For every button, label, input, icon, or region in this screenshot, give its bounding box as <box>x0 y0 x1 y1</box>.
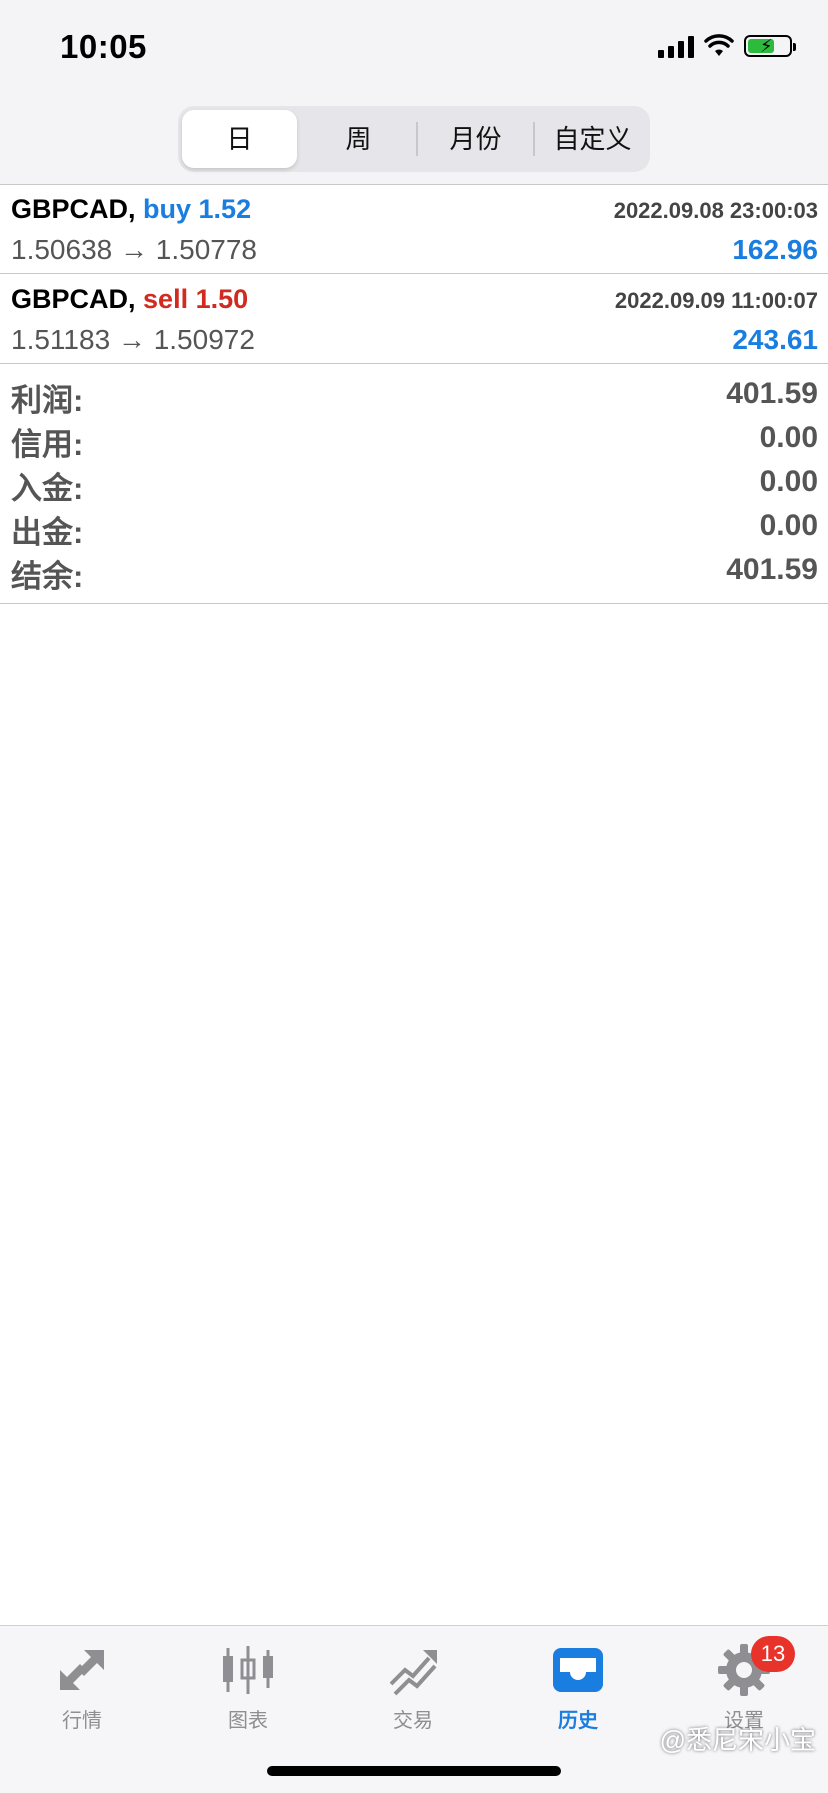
tab-trade[interactable]: 交易 <box>358 1640 468 1733</box>
summary-value: 0.00 <box>759 465 818 498</box>
tab-custom[interactable]: 自定义 <box>535 110 650 168</box>
quotes-arrows-icon <box>60 1650 104 1690</box>
deal-datetime: 2022.09.09 11:00:07 <box>614 288 818 313</box>
deal-symbol-line: GBPCAD, sell 1.50 <box>11 284 248 315</box>
summary-label: 信用: <box>11 427 84 462</box>
tab-label: 图表 <box>228 1710 268 1732</box>
deal-profit: 162.96 <box>732 234 818 265</box>
wifi-icon <box>704 34 734 56</box>
deal-symbol: GBPCAD, <box>11 194 136 224</box>
summary-row-profit: 利润: 401.59 <box>0 375 828 419</box>
summary-value: 401.59 <box>726 553 818 586</box>
summary-row-credit: 信用: 0.00 <box>0 419 828 463</box>
status-time: 10:05 <box>60 28 147 65</box>
tab-month[interactable]: 月份 <box>418 110 533 168</box>
deal-row[interactable]: GBPCAD, sell 1.50 2022.09.09 11:00:07 1.… <box>0 276 828 364</box>
candlestick-chart-icon <box>223 1646 273 1694</box>
history-inbox-icon <box>553 1648 603 1692</box>
deal-prices: 1.50638 → 1.50778 <box>11 234 257 265</box>
watermark: @悉尼宋小宝 <box>659 1725 816 1755</box>
tab-history[interactable]: 历史 <box>523 1640 633 1733</box>
deal-row[interactable]: GBPCAD, buy 1.52 2022.09.08 23:00:03 1.5… <box>0 186 828 274</box>
deal-symbol-line: GBPCAD, buy 1.52 <box>11 194 251 225</box>
tab-label: 行情 <box>62 1710 102 1732</box>
summary-row-deposit: 入金: 0.00 <box>0 463 828 507</box>
deal-symbol: GBPCAD, <box>11 284 136 314</box>
summary-row-withdrawal: 出金: 0.00 <box>0 507 828 551</box>
divider <box>0 184 828 185</box>
summary-row-balance: 结余: 401.59 <box>0 551 828 595</box>
divider <box>0 603 828 604</box>
header-area: 10:05 ⚡ 日 周 月份 自定义 <box>0 0 828 184</box>
divider <box>0 363 828 364</box>
summary-label: 利润: <box>11 383 84 418</box>
deal-datetime: 2022.09.08 23:00:03 <box>613 198 818 223</box>
tab-label: 交易 <box>393 1710 433 1732</box>
cellular-signal-icon <box>658 34 694 58</box>
summary-label: 结余: <box>11 559 84 594</box>
status-icons: ⚡ <box>658 34 796 58</box>
trade-trend-icon <box>389 1650 437 1696</box>
notification-badge: 13 <box>751 1636 795 1672</box>
deal-prices: 1.51183 → 1.50972 <box>11 324 255 355</box>
deal-side-volume: sell 1.50 <box>143 284 249 314</box>
divider <box>0 273 828 274</box>
tab-label: 历史 <box>558 1710 598 1732</box>
summary-label: 入金: <box>11 471 84 506</box>
summary-value: 0.00 <box>759 509 818 542</box>
summary-label: 出金: <box>11 515 84 550</box>
home-indicator[interactable] <box>267 1766 561 1776</box>
tab-quotes[interactable]: 行情 <box>27 1640 137 1733</box>
tab-day[interactable]: 日 <box>182 110 297 168</box>
summary-value: 0.00 <box>759 421 818 454</box>
summary-value: 401.59 <box>726 377 818 410</box>
tab-chart[interactable]: 图表 <box>193 1640 303 1733</box>
tab-week[interactable]: 周 <box>301 110 416 168</box>
deal-profit: 243.61 <box>732 324 818 355</box>
period-segmented-control: 日 周 月份 自定义 <box>178 106 650 172</box>
deal-side-volume: buy 1.52 <box>143 194 252 224</box>
battery-icon: ⚡ <box>744 35 796 57</box>
